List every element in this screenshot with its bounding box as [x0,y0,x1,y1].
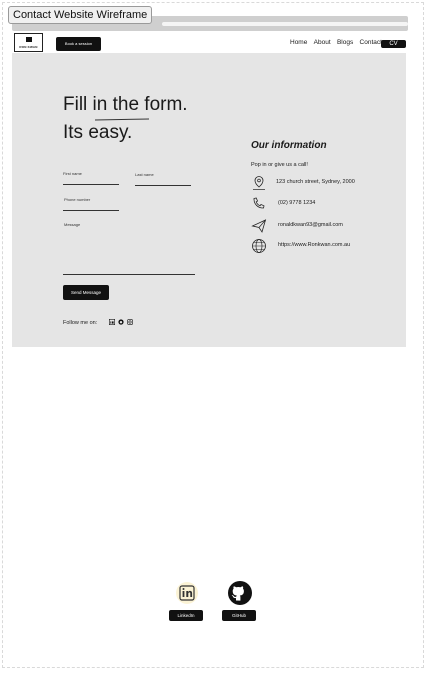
headline-line-2: Its easy. [63,122,133,143]
address-text: 123 church street, Sydney, 2000 [276,179,355,185]
github-button[interactable]: GitHub [222,610,256,621]
github-icon[interactable] [118,319,124,325]
follow-label: Follow me on: [63,320,98,326]
phone-field[interactable] [63,210,119,211]
linkedin-icon[interactable] [109,319,116,326]
cv-button[interactable]: CV [381,40,406,48]
linkedin-button[interactable]: LinkedIn [169,610,203,621]
website-text[interactable]: https://www.Ronkwan.com.au [278,242,350,248]
logo-mark-icon [26,37,32,42]
phone-text[interactable]: (02) 9778 1234 [278,200,315,206]
site-logo[interactable]: RON KWAN [14,33,43,52]
nav-link-about[interactable]: About [314,39,331,46]
nav-links: Home About Blogs Contact [290,39,386,46]
top-nav: RON KWAN Book a session Home About Blogs… [12,31,406,55]
website-page: RON KWAN Book a session Home About Blogs… [12,31,406,347]
first-name-label: First name [63,171,82,176]
frame-title: Contact Website Wireframe [8,6,153,24]
send-message-button[interactable]: Send Message [63,285,109,300]
last-name-field[interactable] [135,185,191,186]
contact-section: Fill in the form. Its easy. First name L… [12,53,406,347]
logo-text: RON KWAN [19,45,38,49]
message-field[interactable] [63,274,195,275]
nav-link-home[interactable]: Home [290,39,307,46]
info-subtitle: Pop in or give us a call! [251,162,308,168]
url-bar[interactable] [162,22,408,26]
location-pin-icon [251,175,267,191]
info-title: Our information [251,140,327,151]
last-name-label: Last name [135,172,154,177]
phone-label: Phone number [64,197,91,202]
headline-line-1: Fill in the form. [63,94,188,115]
nav-link-blogs[interactable]: Blogs [337,39,353,46]
nav-link-contact[interactable]: Contact [360,39,382,46]
first-name-field[interactable] [63,184,119,185]
book-session-button[interactable]: Book a session [56,37,101,51]
globe-icon [251,238,267,254]
phone-icon [251,196,267,212]
message-label: Message [64,222,81,227]
github-logo-icon[interactable] [227,580,253,606]
instagram-icon[interactable] [127,319,133,325]
linkedin-logo-icon[interactable] [174,580,200,606]
send-plane-icon [251,218,267,234]
email-text[interactable]: ronaldkwan93@gmail.com [278,222,343,228]
